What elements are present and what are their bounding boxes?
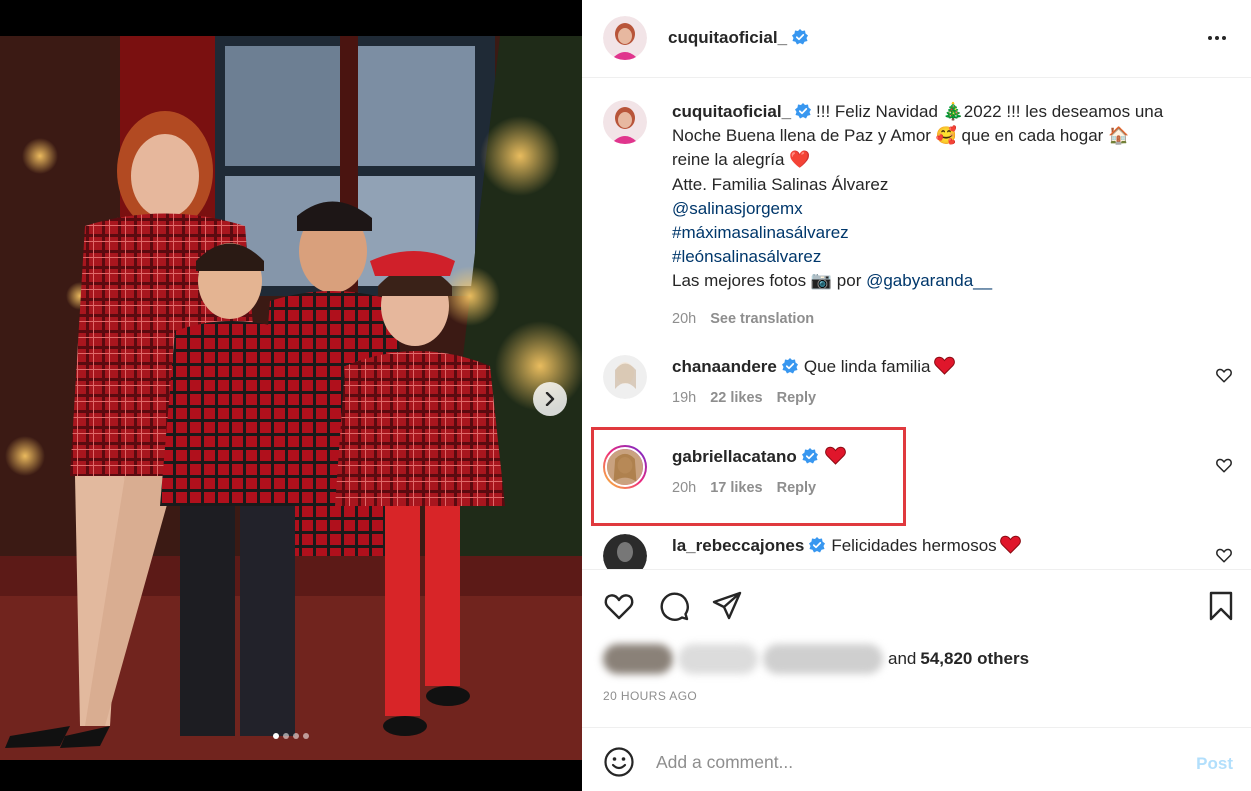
blurred-liker-names (603, 638, 888, 680)
caption-line-4: Atte. Familia Salinas Álvarez (672, 174, 889, 194)
caption-time: 20h (672, 310, 697, 327)
comment-item: chanaandere Que linda familia 19h 22 likes… (603, 355, 1233, 425)
commenter-avatar[interactable] (603, 355, 647, 399)
commenter-username[interactable]: la_rebeccajones (672, 536, 804, 555)
comments-section: cuquitaoficial_ !!! Feliz Navidad 🎄2022 !… (582, 79, 1251, 569)
post-header: cuquitaoficial_ (582, 0, 1251, 78)
caption-author-avatar[interactable] (603, 100, 647, 144)
commenter-username[interactable]: chanaandere (672, 357, 777, 376)
more-options-icon[interactable] (1205, 26, 1229, 50)
carousel-dot[interactable] (303, 733, 309, 739)
caption-line-3: reine la alegría ❤️ (672, 150, 811, 170)
post-actions: and 54,820 others 20 HOURS AGO (582, 569, 1251, 727)
mention-link[interactable]: @salinasjorgemx (672, 197, 1232, 221)
comment-heart-icon[interactable] (1215, 366, 1233, 384)
comment-input[interactable] (656, 746, 1176, 778)
post-timestamp: 20 HOURS AGO (603, 689, 698, 703)
caption-line-8-text: Las mejores fotos 📷 por (672, 271, 867, 291)
reply-button[interactable]: Reply (777, 390, 817, 406)
author-username[interactable]: cuquitaoficial_ (668, 28, 809, 48)
verified-badge-icon (781, 358, 798, 374)
carousel-dot[interactable] (283, 733, 289, 739)
comment-item: la_rebeccajones Felicidades hermosos (603, 534, 1233, 569)
comment-heart-icon[interactable] (1215, 546, 1233, 564)
bookmark-icon[interactable] (1205, 590, 1237, 622)
highlight-box (591, 427, 906, 526)
hashtag-link[interactable]: #máximasalinasálvarez (672, 221, 1232, 245)
carousel-next-button[interactable] (533, 382, 567, 416)
comment-time: 19h (672, 390, 697, 406)
add-comment-bar: Post (582, 727, 1251, 791)
red-heart-emoji-icon (933, 356, 955, 375)
author-avatar[interactable] (603, 16, 647, 60)
post-photo-panel (0, 0, 582, 791)
mention-link[interactable]: @gabyaranda__ (866, 271, 992, 290)
see-translation-button[interactable]: See translation (710, 311, 814, 327)
heart-icon[interactable] (603, 590, 635, 622)
caption-username[interactable]: cuquitaoficial_ (672, 102, 791, 121)
caption-line-8: Las mejores fotos 📷 por @gabyaranda__ (672, 269, 1232, 293)
verified-badge-icon (795, 103, 812, 119)
comment-text: Felicidades hermosos (831, 536, 997, 555)
comment-meta: 19h 22 likes Reply (672, 390, 830, 406)
post-comment-button[interactable]: Post (1196, 754, 1233, 774)
red-heart-emoji-icon (999, 535, 1021, 554)
carousel-dot[interactable] (293, 733, 299, 739)
share-icon[interactable] (711, 590, 743, 622)
hashtag-link[interactable]: #leónsalinasálvarez (672, 245, 1232, 269)
family-photo-illustration (0, 36, 582, 760)
comment-heart-icon[interactable] (1215, 456, 1233, 474)
commenter-avatar[interactable] (603, 534, 647, 569)
comment-icon[interactable] (658, 590, 690, 622)
post-side-panel: cuquitaoficial_ cuquitaoficial_ !!! Feliz… (582, 0, 1251, 791)
caption-line-1: !!! Feliz Navidad 🎄2022 !!! les deseamos… (816, 102, 1164, 121)
author-username-text: cuquitaoficial_ (668, 28, 788, 47)
likes-summary[interactable]: and 54,820 others (603, 638, 1029, 680)
likes-others-count[interactable]: 54,820 others (920, 649, 1029, 669)
carousel-dots (0, 733, 582, 739)
comment-body: la_rebeccajones Felicidades hermosos (672, 534, 1021, 558)
caption-meta: 20h See translation (672, 307, 1232, 331)
comment-likes-count[interactable]: 22 likes (710, 390, 762, 406)
caption-body: cuquitaoficial_ !!! Feliz Navidad 🎄2022 !… (672, 100, 1232, 331)
next-arrow-icon (545, 392, 555, 406)
comment-body: chanaandere Que linda familia (672, 355, 955, 379)
verified-badge-icon (809, 537, 826, 553)
verified-badge-icon (792, 29, 809, 45)
comment-text: Que linda familia (803, 357, 931, 376)
post-photo[interactable] (0, 36, 582, 760)
carousel-dot[interactable] (273, 733, 279, 739)
likes-prefix: and (888, 649, 917, 668)
caption-line-2: Noche Buena llena de Paz y Amor 🥰 que en… (672, 126, 1130, 146)
emoji-icon[interactable] (603, 746, 635, 778)
